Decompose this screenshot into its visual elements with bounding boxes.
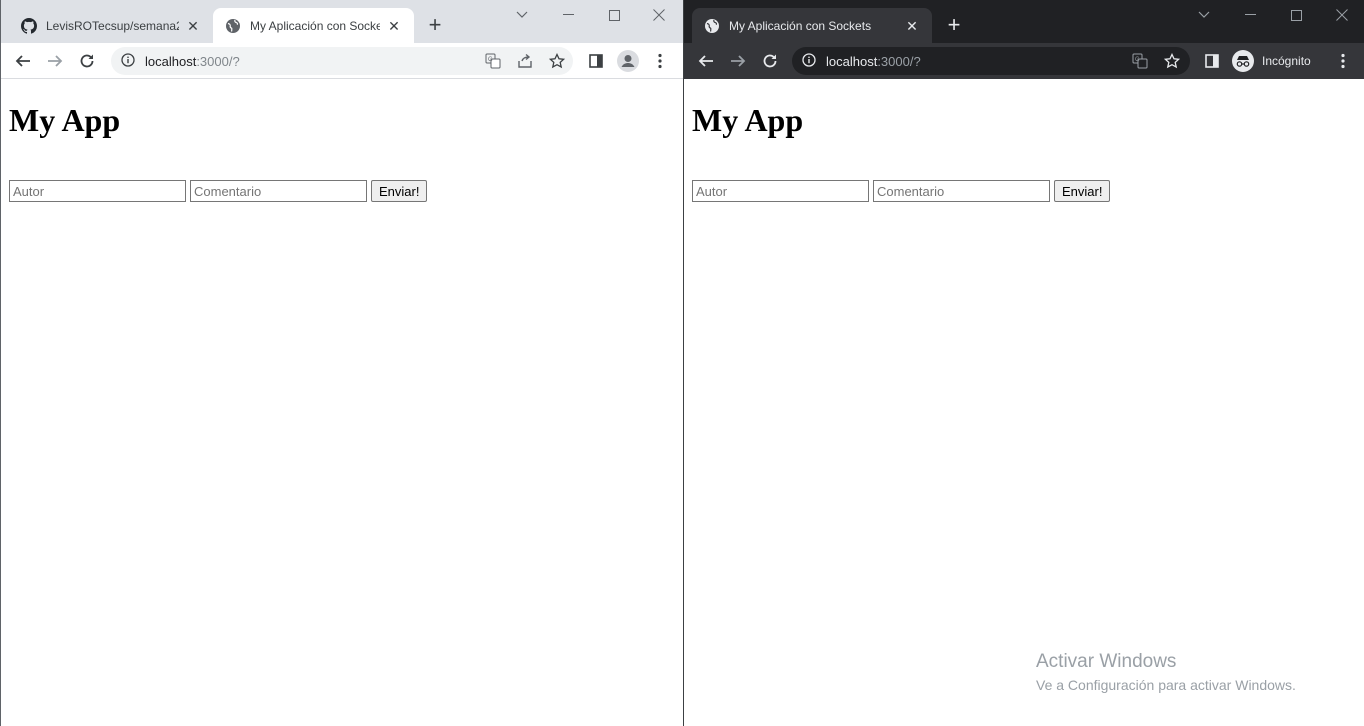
- side-panel-icon[interactable]: [584, 49, 608, 73]
- svg-text:G: G: [1135, 57, 1140, 63]
- comment-input[interactable]: [873, 180, 1050, 202]
- svg-text:G: G: [488, 57, 493, 63]
- menu-kebab-icon[interactable]: [1331, 49, 1355, 73]
- github-icon: [21, 17, 37, 34]
- page-title: My App: [9, 102, 121, 138]
- close-tab-icon[interactable]: ✕: [904, 18, 920, 34]
- back-arrow-icon[interactable]: [694, 49, 718, 73]
- new-tab-button[interactable]: +: [942, 14, 966, 38]
- info-icon[interactable]: [802, 52, 816, 70]
- submit-button[interactable]: Enviar!: [371, 180, 428, 202]
- share-icon[interactable]: [513, 49, 537, 73]
- browser-window-right: My Aplicación con Sockets ✕ + localhost:…: [684, 0, 1364, 726]
- tab-github[interactable]: LevisROTecsup/semana2-a ✕: [9, 8, 213, 43]
- author-input[interactable]: [9, 180, 186, 202]
- url-path: :3000/?: [196, 53, 240, 69]
- profile-avatar-icon[interactable]: [616, 49, 640, 73]
- bookmark-star-icon[interactable]: [545, 49, 569, 73]
- tab-sockets-app[interactable]: My Aplicación con Sockets ✕: [692, 8, 932, 43]
- toolbar: localhost:3000/? G: [1, 43, 683, 79]
- minimize-icon[interactable]: [1235, 4, 1265, 26]
- windows-activation-watermark: Activar Windows Ve a Configuración para …: [1036, 651, 1296, 693]
- tab-title: My Aplicación con Sockets: [729, 18, 872, 33]
- watermark-subtitle: Ve a Configuración para activar Windows.: [1036, 677, 1296, 693]
- submit-button[interactable]: Enviar!: [1054, 180, 1111, 202]
- translate-icon[interactable]: G: [481, 49, 505, 73]
- browser-window-left: LevisROTecsup/semana2-a ✕ My Aplicación …: [0, 0, 683, 726]
- close-tab-icon[interactable]: ✕: [185, 18, 201, 34]
- watermark-title: Activar Windows: [1036, 651, 1177, 672]
- reload-icon[interactable]: [75, 49, 99, 73]
- new-tab-button[interactable]: +: [423, 14, 447, 38]
- tab-strip: My Aplicación con Sockets ✕ +: [684, 0, 1364, 43]
- maximize-icon[interactable]: [599, 4, 629, 26]
- incognito-icon: [1232, 50, 1254, 72]
- page-content: My App Enviar!: [1, 80, 683, 726]
- globe-icon: [225, 18, 241, 34]
- url-path: :3000/?: [877, 53, 921, 69]
- reload-icon[interactable]: [758, 49, 782, 73]
- tab-strip: LevisROTecsup/semana2-a ✕ My Aplicación …: [1, 0, 683, 43]
- back-arrow-icon[interactable]: [11, 49, 35, 73]
- incognito-indicator[interactable]: Incógnito: [1232, 48, 1311, 74]
- tab-search-icon[interactable]: [1189, 4, 1219, 26]
- close-window-icon[interactable]: [644, 4, 674, 26]
- url-host: localhost: [145, 53, 197, 69]
- bookmark-star-icon[interactable]: [1160, 49, 1184, 73]
- page-title: My App: [692, 102, 804, 138]
- tab-search-icon[interactable]: [507, 4, 537, 26]
- tab-sockets-app[interactable]: My Aplicación con Sockets ✕: [213, 8, 414, 43]
- url-text: localhost:3000/?: [826, 54, 921, 69]
- menu-kebab-icon[interactable]: [648, 49, 672, 73]
- comment-input[interactable]: [190, 180, 367, 202]
- tab-title: My Aplicación con Sockets: [250, 18, 380, 33]
- tab-title: LevisROTecsup/semana2-a: [46, 18, 179, 33]
- address-bar[interactable]: localhost:3000/? G: [792, 47, 1190, 75]
- info-icon[interactable]: [121, 52, 135, 70]
- close-window-icon[interactable]: [1327, 4, 1357, 26]
- url-text: localhost:3000/?: [145, 54, 240, 69]
- globe-icon: [704, 18, 720, 34]
- minimize-icon[interactable]: [553, 4, 583, 26]
- translate-icon[interactable]: G: [1128, 49, 1152, 73]
- close-tab-icon[interactable]: ✕: [386, 18, 402, 34]
- toolbar: localhost:3000/? G Incógnito: [684, 43, 1364, 79]
- side-panel-icon[interactable]: [1200, 49, 1224, 73]
- incognito-label: Incógnito: [1262, 54, 1311, 68]
- url-host: localhost: [826, 53, 878, 69]
- forward-arrow-icon[interactable]: [726, 49, 750, 73]
- address-bar[interactable]: localhost:3000/? G: [111, 47, 573, 75]
- maximize-icon[interactable]: [1281, 4, 1311, 26]
- page-content: My App Enviar!: [684, 80, 1364, 726]
- forward-arrow-icon[interactable]: [43, 49, 67, 73]
- author-input[interactable]: [692, 180, 869, 202]
